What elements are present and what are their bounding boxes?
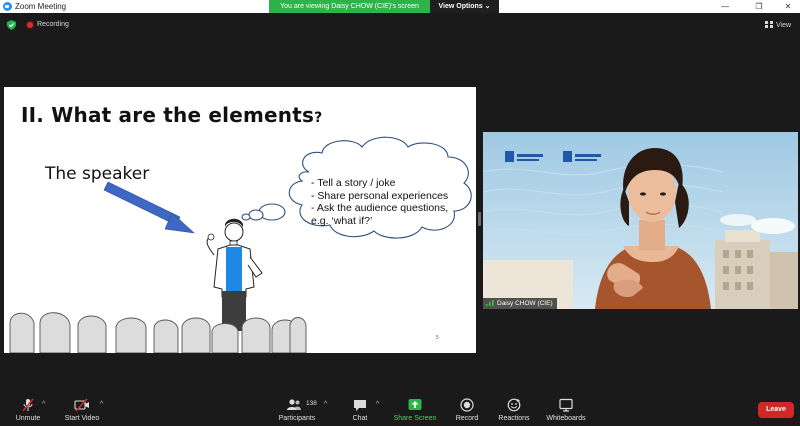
meeting-toolbar: Unmute ^ Start Video ^ Participants 138 … xyxy=(0,393,800,426)
participant-video-frame xyxy=(483,132,798,309)
bubble-text: - Tell a story / joke - Share personal e… xyxy=(311,177,476,227)
window-title: Zoom Meeting xyxy=(15,2,67,11)
centre-logo-icon xyxy=(563,151,572,162)
record-label: Record xyxy=(455,415,479,422)
audience-heads xyxy=(9,312,307,353)
bubble-line: - Tell a story / joke xyxy=(311,177,396,189)
slide-page-number: 5 xyxy=(436,335,439,341)
audio-options-caret[interactable]: ^ xyxy=(42,401,45,408)
participants-icon xyxy=(287,399,301,410)
chat-button[interactable]: Chat xyxy=(348,393,372,426)
unmute-label: Unmute xyxy=(15,415,41,422)
university-logo-icon xyxy=(505,151,514,162)
slide-title-text: II. What are the elements xyxy=(21,103,315,127)
participant-count: 138 xyxy=(306,400,317,407)
zoom-logo-icon xyxy=(3,2,12,11)
participants-button[interactable]: Participants xyxy=(276,393,318,426)
slide-title: II. What are the elements? xyxy=(21,103,322,127)
chat-options-caret[interactable]: ^ xyxy=(376,401,379,408)
shared-screen-slide: II. What are the elements? The speaker -… xyxy=(4,87,476,353)
recording-label: Recording xyxy=(37,21,69,28)
share-screen-button[interactable]: Share Screen xyxy=(392,393,438,426)
bubble-line: - Share personal experiences xyxy=(311,189,449,202)
restore-button[interactable]: ❐ xyxy=(749,0,769,13)
start-video-button[interactable]: Start Video xyxy=(60,393,104,426)
share-status-prefix: You are viewing xyxy=(280,3,330,10)
signal-strength-icon xyxy=(486,300,494,306)
view-label: View xyxy=(776,22,792,29)
record-button[interactable]: Record xyxy=(452,393,482,426)
whiteboards-button[interactable]: Whiteboards xyxy=(544,393,588,426)
reactions-icon xyxy=(507,398,521,412)
unmute-button[interactable]: Unmute xyxy=(10,393,46,426)
share-presenter: Daisy CHOW (CIE)'s screen xyxy=(331,3,419,10)
record-icon xyxy=(460,398,474,412)
recording-icon xyxy=(26,21,34,29)
reactions-button[interactable]: Reactions xyxy=(496,393,532,426)
bubble-line: e.g. ‘what if?’ xyxy=(311,214,373,227)
share-status-text: You are viewing Daisy CHOW (CIE)'s scree… xyxy=(269,0,430,13)
speaker-label: The speaker xyxy=(45,164,150,184)
bubble-line: - Ask the audience questions, xyxy=(311,202,449,214)
leave-button[interactable]: Leave xyxy=(758,402,794,418)
shield-icon[interactable] xyxy=(7,20,16,30)
panel-splitter-handle[interactable] xyxy=(478,212,481,226)
chat-icon xyxy=(354,400,366,411)
reactions-label: Reactions xyxy=(498,415,530,422)
chat-label: Chat xyxy=(352,415,368,422)
speaker-figure xyxy=(206,218,263,331)
grid-view-icon xyxy=(765,21,773,28)
video-options-caret[interactable]: ^ xyxy=(100,401,103,408)
view-button[interactable]: View xyxy=(765,20,791,31)
pointer-arrow xyxy=(103,181,195,234)
participants-label: Participants xyxy=(278,415,316,422)
participant-video-tile[interactable]: Daisy CHOW (CIE) xyxy=(483,132,798,309)
share-banner: You are viewing Daisy CHOW (CIE)'s scree… xyxy=(269,0,499,13)
minimize-button[interactable]: — xyxy=(715,0,735,13)
share-screen-icon xyxy=(408,399,422,410)
participant-name: Daisy CHOW (CIE) xyxy=(497,300,553,307)
participants-options-caret[interactable]: ^ xyxy=(324,401,327,408)
view-options-button[interactable]: View Options ⌄ xyxy=(430,0,499,13)
close-button[interactable]: ✕ xyxy=(778,0,798,13)
slide-title-suffix: ? xyxy=(314,110,323,126)
video-off-icon xyxy=(74,398,89,412)
whiteboards-label: Whiteboards xyxy=(546,415,586,422)
zoom-window: Zoom Meeting — ❐ ✕ You are viewing Daisy… xyxy=(0,0,800,426)
whiteboard-icon xyxy=(559,398,573,412)
start-video-label: Start Video xyxy=(64,415,100,422)
share-screen-label: Share Screen xyxy=(393,415,437,422)
muted-microphone-icon xyxy=(22,398,34,412)
participant-name-tag: Daisy CHOW (CIE) xyxy=(483,298,557,309)
